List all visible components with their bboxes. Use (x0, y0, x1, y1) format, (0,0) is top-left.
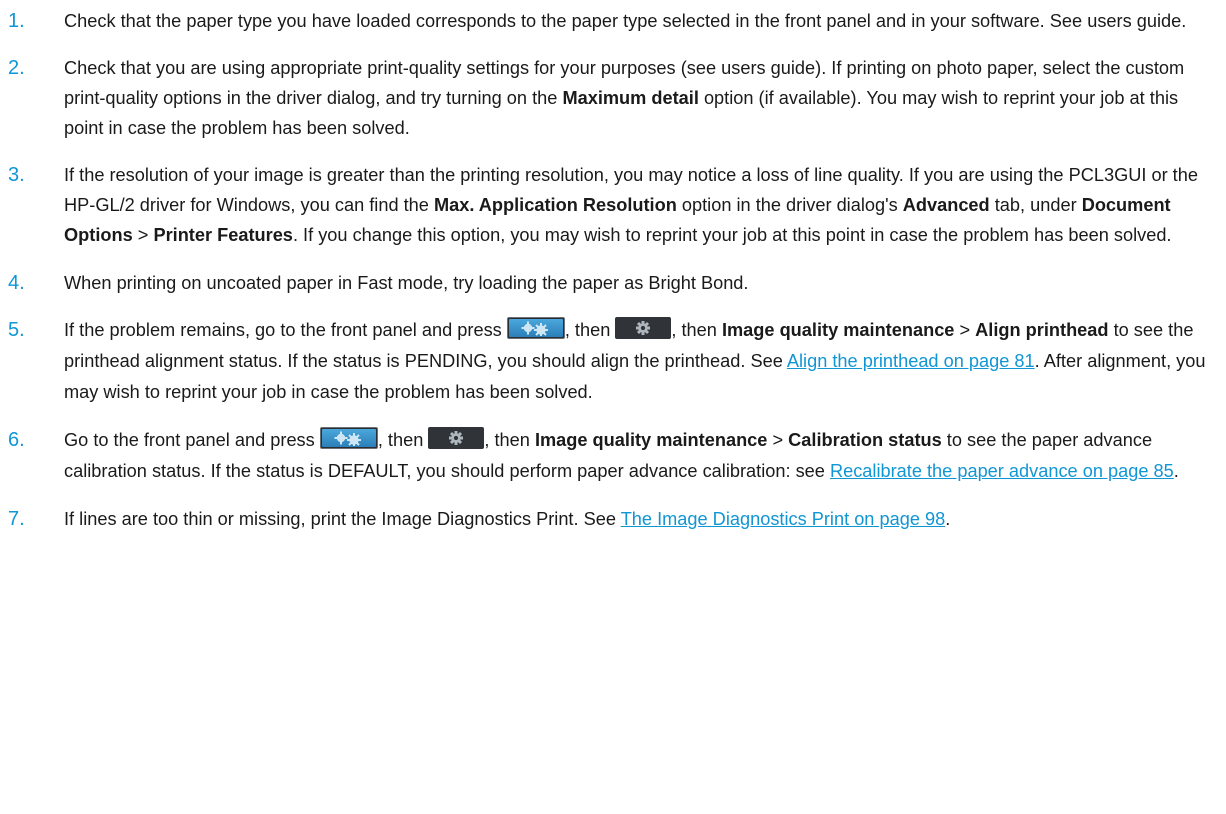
step-text: option in the driver dialog's (676, 195, 903, 215)
separator: > (954, 320, 976, 340)
step-5: 5. If the problem remains, go to the fro… (8, 315, 1208, 408)
document-page: 1. Check that the paper type you have lo… (0, 0, 1226, 814)
step-text: . (945, 509, 951, 529)
menu-name: Align printhead (975, 320, 1109, 340)
gear-button[interactable] (615, 317, 672, 340)
step-6: 6. Go to the front panel and press , the… (8, 425, 1208, 487)
step-text: tab, under (989, 195, 1082, 215)
option-name: Max. Application Resolution (433, 195, 677, 215)
step-text: , then (377, 430, 429, 450)
menu-name: Printer Features (153, 225, 293, 245)
separator: > (132, 225, 154, 245)
menu-name: Image quality maintenance (721, 320, 955, 340)
step-number: 4. (8, 272, 25, 294)
menu-name: Calibration status (788, 430, 942, 450)
step-text: Check that the paper type you have loade… (64, 11, 1187, 31)
step-text: , then (564, 320, 616, 340)
step-number: 7. (8, 508, 25, 530)
step-1: 1. Check that the paper type you have lo… (8, 6, 1208, 36)
link-align-printhead[interactable]: Align the printhead on page 81 (787, 351, 1035, 371)
step-text: , then (671, 320, 722, 340)
step-text: If lines are too thin or missing, print … (64, 509, 621, 529)
link-recalibrate-paper-advance[interactable]: Recalibrate the paper advance on page 85 (830, 461, 1174, 481)
tab-name: Advanced (902, 195, 990, 215)
step-text: Go to the front panel and press (64, 430, 320, 450)
settings-icon (321, 429, 376, 448)
link-image-diagnostics-print[interactable]: The Image Diagnostics Print on page 98 (621, 509, 946, 529)
step-number: 6. (8, 429, 25, 451)
settings-button[interactable] (506, 317, 565, 340)
step-number: 5. (8, 319, 25, 341)
gear-button[interactable] (428, 427, 485, 450)
step-3: 3. If the resolution of your image is gr… (8, 160, 1208, 250)
step-7: 7. If lines are too thin or missing, pri… (8, 504, 1208, 534)
settings-icon (508, 319, 563, 338)
step-text: If the problem remains, go to the front … (64, 320, 507, 340)
step-number: 1. (8, 10, 25, 32)
step-number: 3. (8, 164, 25, 186)
settings-button[interactable] (319, 427, 378, 450)
option-name: Maximum detail (562, 88, 699, 108)
step-number: 2. (8, 57, 25, 79)
menu-name: Image quality maintenance (534, 430, 768, 450)
step-text: , then (484, 430, 535, 450)
step-2: 2. Check that you are using appropriate … (8, 53, 1208, 143)
step-text: When printing on uncoated paper in Fast … (64, 273, 749, 293)
step-4: 4. When printing on uncoated paper in Fa… (8, 268, 1208, 298)
gear-icon (636, 321, 651, 336)
step-text: . If you change this option, you may wis… (292, 225, 1172, 245)
separator: > (767, 430, 789, 450)
step-text: . (1173, 461, 1179, 481)
gear-icon (449, 431, 464, 446)
